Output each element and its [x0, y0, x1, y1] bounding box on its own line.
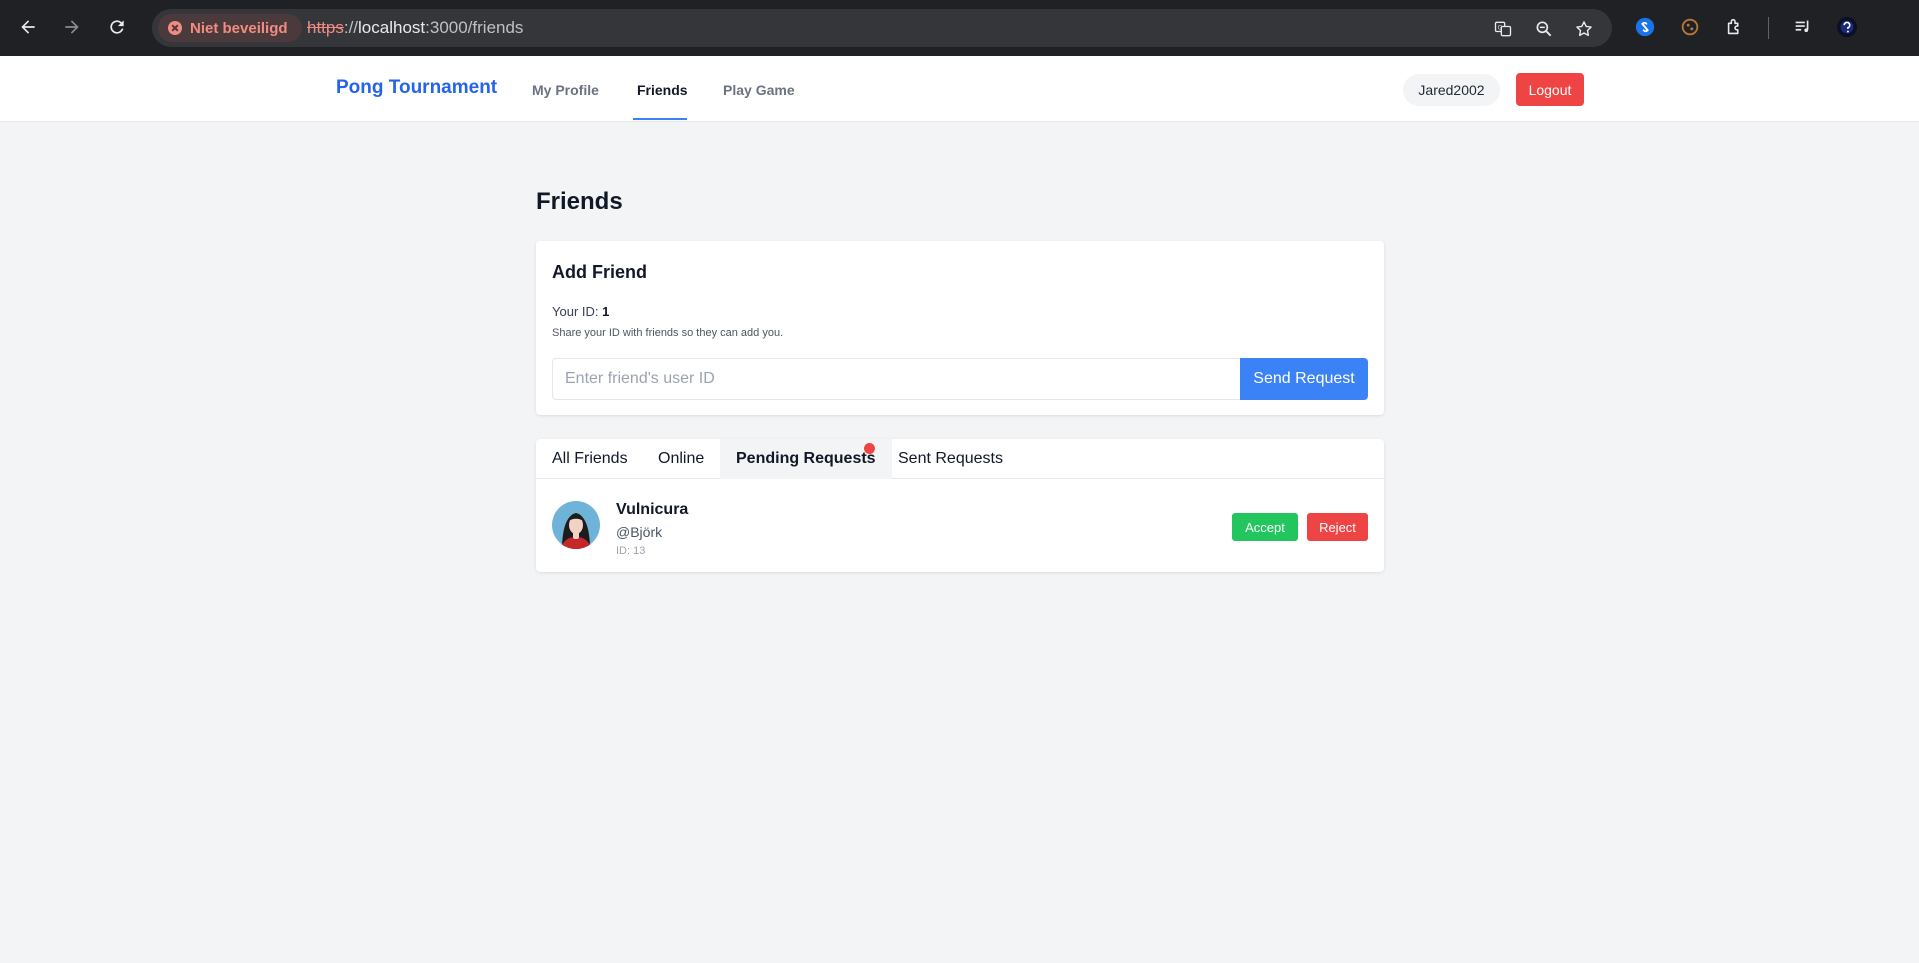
reject-button[interactable]: Reject: [1307, 513, 1368, 541]
brand-logo[interactable]: Pong Tournament: [336, 77, 497, 99]
reload-button[interactable]: [102, 12, 132, 42]
avatar: [552, 501, 600, 549]
reload-icon: [110, 20, 124, 34]
forward-button[interactable]: [57, 12, 87, 42]
send-request-button[interactable]: Send Request: [1240, 358, 1368, 400]
nav-my-profile[interactable]: My Profile: [532, 82, 599, 98]
page-title: Friends: [536, 188, 623, 215]
bookmark-star-icon[interactable]: [1573, 18, 1595, 40]
tab-all-friends[interactable]: All Friends: [536, 439, 644, 479]
request-name: Vulnicura: [616, 501, 689, 518]
security-chip[interactable]: Niet beveiligd: [158, 14, 302, 42]
browser-chrome: Niet beveiligd https://localhost:3000/fr…: [0, 0, 1919, 56]
url-host: localhost: [358, 18, 426, 37]
pending-request-row: Vulnicura @Björk ID: 13 Accept Reject: [536, 479, 1384, 572]
extensions-puzzle-icon[interactable]: [1722, 14, 1748, 40]
nav-active-indicator: [633, 118, 687, 120]
toolbar-divider: [1768, 17, 1769, 39]
add-friend-card: Add Friend Your ID: 1 Share your ID with…: [536, 241, 1384, 415]
profile-avatar-icon[interactable]: [1834, 14, 1860, 40]
friends-list-card: All Friends Online Pending Requests Sent…: [536, 439, 1384, 572]
your-id-label: Your ID:: [552, 304, 599, 319]
media-queue-icon[interactable]: [1790, 14, 1816, 40]
tab-online[interactable]: Online: [642, 439, 720, 479]
share-id-hint: Share your ID with friends so they can a…: [552, 327, 784, 339]
nav-play-game[interactable]: Play Game: [723, 82, 795, 98]
request-user-id: ID: 13: [616, 545, 646, 557]
address-bar[interactable]: Niet beveiligd https://localhost:3000/fr…: [152, 9, 1612, 47]
notification-dot: [864, 443, 875, 454]
nav-friends[interactable]: Friends: [637, 82, 688, 98]
arrow-right-icon: [65, 20, 79, 34]
friends-tabs: All Friends Online Pending Requests Sent…: [536, 439, 1384, 479]
request-handle: @Björk: [616, 524, 663, 540]
app-header: Pong Tournament My Profile Friends Play …: [0, 56, 1919, 122]
translate-icon[interactable]: G: [1492, 18, 1514, 40]
your-id-text: Your ID: 1: [552, 304, 609, 319]
url-path: :3000/friends: [425, 18, 524, 37]
back-button[interactable]: [13, 12, 43, 42]
friend-id-input[interactable]: [552, 358, 1242, 400]
tab-sent-requests[interactable]: Sent Requests: [882, 439, 1019, 479]
arrow-left-icon: [21, 20, 35, 34]
your-id-value: 1: [602, 304, 610, 319]
url-text[interactable]: https://localhost:3000/friends: [307, 18, 523, 38]
logout-button[interactable]: Logout: [1516, 73, 1584, 106]
shazam-extension-icon[interactable]: [1632, 14, 1658, 40]
add-friend-title: Add Friend: [552, 262, 647, 282]
url-separator: ://: [343, 18, 359, 37]
zoom-icon[interactable]: [1533, 18, 1555, 40]
accept-button[interactable]: Accept: [1232, 513, 1298, 541]
svg-text:G: G: [1498, 25, 1503, 31]
username-badge: Jared2002: [1403, 74, 1500, 106]
security-label: Niet beveiligd: [190, 19, 288, 37]
extension-cookie-icon[interactable]: [1677, 14, 1703, 40]
url-scheme: https: [307, 18, 344, 37]
warning-icon: [168, 21, 182, 35]
